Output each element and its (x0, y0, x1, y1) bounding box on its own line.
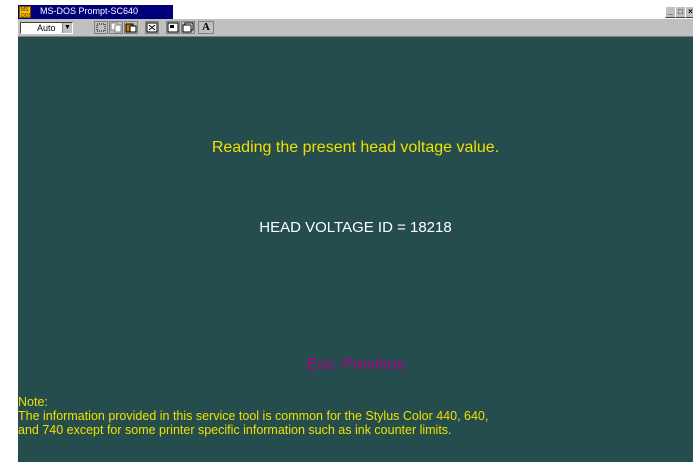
note-heading: Note: (18, 395, 48, 409)
note-line-1: The information provided in this service… (18, 409, 489, 423)
head-voltage-text: HEAD VOLTAGE ID = 18218 (259, 219, 452, 236)
minimize-icon: _ (668, 7, 673, 16)
toolbar: Auto ▼ A (18, 19, 693, 37)
note-block: Note: The information provided in this s… (18, 395, 693, 437)
esc-previous-text[interactable]: Esc: Previous (18, 356, 693, 374)
msdos-icon[interactable]: MS DOS (19, 6, 32, 19)
properties-button[interactable] (166, 21, 180, 34)
properties-icon (167, 22, 179, 33)
chevron-down-icon[interactable]: ▼ (62, 23, 72, 33)
paste-icon (125, 23, 137, 33)
msdos-icon-label: MS DOS (21, 7, 32, 19)
reading-status-text: Reading the present head voltage value. (211, 139, 500, 156)
title-bar[interactable]: MS DOS MS-DOS Prompt-SC640 _ □ × (18, 5, 693, 19)
font-icon: A (202, 21, 210, 33)
font-button[interactable]: A (198, 21, 214, 34)
maximize-icon: □ (678, 7, 683, 16)
paste-button[interactable] (124, 21, 138, 34)
background-icon (182, 22, 194, 33)
window-title: MS-DOS Prompt-SC640 (40, 6, 139, 16)
font-size-select[interactable]: Auto ▼ (20, 22, 73, 34)
copy-icon (110, 22, 122, 33)
background-button[interactable] (181, 21, 195, 34)
msdos-window: MS DOS MS-DOS Prompt-SC640 _ □ × Auto ▼ … (18, 5, 693, 462)
copy-button[interactable] (109, 21, 123, 34)
close-icon: × (688, 7, 693, 16)
fullscreen-icon (146, 22, 158, 33)
mark-button[interactable] (94, 21, 108, 34)
note-line-2: and 740 except for some printer specific… (18, 423, 452, 437)
close-button[interactable]: × (685, 6, 693, 18)
fullscreen-button[interactable] (145, 21, 159, 34)
mark-icon (96, 23, 106, 32)
font-size-value: Auto (37, 23, 56, 33)
console-screen: Reading the present head voltage value. … (18, 37, 693, 462)
